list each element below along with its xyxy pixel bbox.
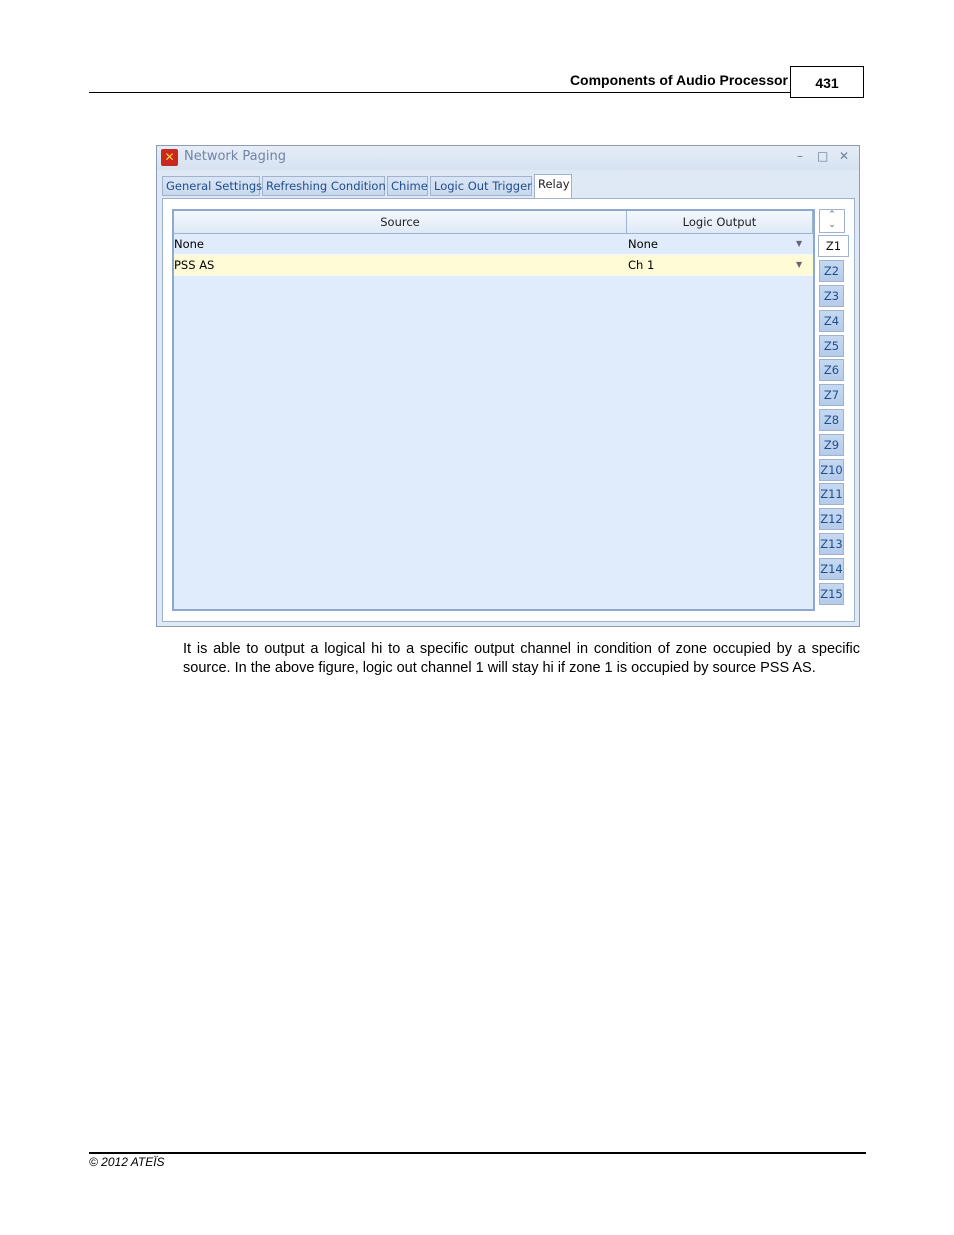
window-title: Network Paging <box>184 149 286 164</box>
scroll-up-icon[interactable]: ⌃ <box>820 210 844 220</box>
zone-tab-z1[interactable]: Z1 <box>818 235 849 257</box>
zone-tab-z14[interactable]: Z14 <box>819 558 844 580</box>
title-bar: ✕ Network Paging – □ ✕ <box>157 146 859 170</box>
page-number: 431 <box>790 66 864 98</box>
zone-tab-z15[interactable]: Z15 <box>819 583 844 605</box>
tab-refreshing-condition[interactable]: Refreshing Condition <box>262 176 386 196</box>
zone-tab-z8[interactable]: Z8 <box>819 409 844 431</box>
relay-grid: Source Logic Output None None ▼ PSS AS C… <box>172 209 815 611</box>
column-header-source[interactable]: Source <box>174 211 627 233</box>
relay-panel: Source Logic Output None None ▼ PSS AS C… <box>162 198 855 622</box>
logic-output-cell[interactable]: None <box>628 234 658 254</box>
zone-tab-z6[interactable]: Z6 <box>819 359 844 381</box>
zone-tab-z13[interactable]: Z13 <box>819 533 844 555</box>
footer-copyright: © 2012 ATEÏS <box>89 1155 165 1169</box>
zone-tab-z10[interactable]: Z10 <box>819 459 844 481</box>
maximize-button[interactable]: □ <box>817 149 828 163</box>
source-cell[interactable]: None <box>174 234 204 254</box>
tab-logic-out-trigger[interactable]: Logic Out Trigger <box>430 176 532 196</box>
zone-tab-z4[interactable]: Z4 <box>819 310 844 332</box>
grid-header: Source Logic Output <box>174 211 813 234</box>
section-title: Components of Audio Processor <box>569 72 788 88</box>
app-icon: ✕ <box>161 149 178 166</box>
zone-tab-z5[interactable]: Z5 <box>819 335 844 357</box>
dropdown-arrow-icon[interactable]: ▼ <box>796 255 802 275</box>
zone-scroll-buttons[interactable]: ⌃ ⌄ <box>819 209 845 233</box>
close-button[interactable]: ✕ <box>839 149 849 163</box>
column-header-logic-output[interactable]: Logic Output <box>627 211 813 233</box>
dropdown-arrow-icon[interactable]: ▼ <box>796 234 802 254</box>
logic-output-cell[interactable]: Ch 1 <box>628 255 654 275</box>
header-divider <box>89 92 791 93</box>
tab-general-settings[interactable]: General Settings <box>162 176 262 196</box>
zone-tab-z2[interactable]: Z2 <box>819 260 844 282</box>
footer-divider <box>89 1152 866 1154</box>
tab-chime[interactable]: Chime <box>387 176 428 196</box>
zone-tab-z11[interactable]: Z11 <box>819 483 844 505</box>
scroll-down-icon[interactable]: ⌄ <box>820 220 844 230</box>
zone-tab-z9[interactable]: Z9 <box>819 434 844 456</box>
source-cell[interactable]: PSS AS <box>174 255 214 275</box>
zone-tab-z3[interactable]: Z3 <box>819 285 844 307</box>
table-row[interactable]: None None ▼ <box>174 234 813 255</box>
zone-tab-z12[interactable]: Z12 <box>819 508 844 530</box>
zone-tab-z7[interactable]: Z7 <box>819 384 844 406</box>
body-paragraph: It is able to output a logical hi to a s… <box>183 641 860 676</box>
tab-relay[interactable]: Relay <box>534 174 572 198</box>
table-row[interactable]: PSS AS Ch 1 ▼ <box>174 255 813 276</box>
minimize-button[interactable]: – <box>797 149 803 163</box>
network-paging-window: ✕ Network Paging – □ ✕ General Settings … <box>156 145 860 627</box>
